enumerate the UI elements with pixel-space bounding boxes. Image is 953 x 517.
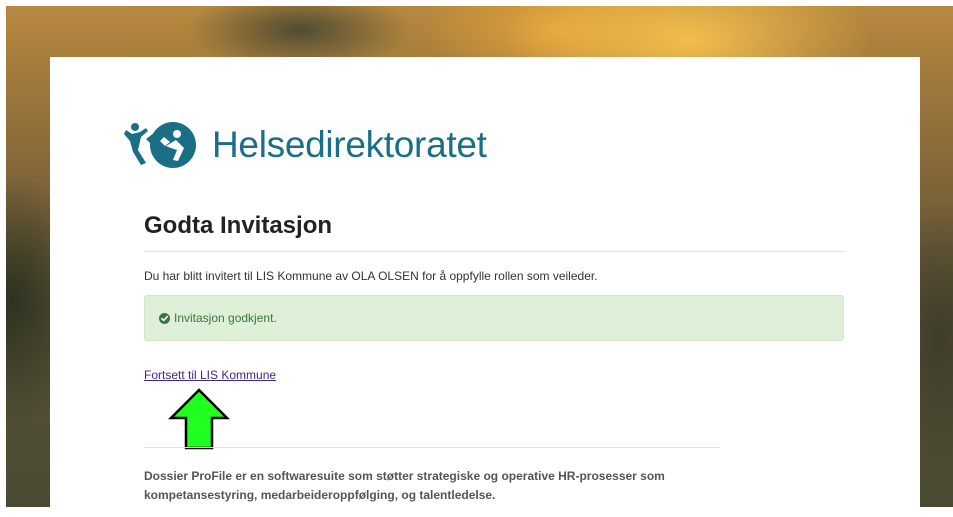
product-description-line-2: kompetansestyring, medarbeideroppfølging… <box>144 488 496 502</box>
helsedirektoratet-logo-icon <box>124 117 198 173</box>
screenshot-border-left <box>0 0 6 507</box>
continue-to-lis-kommune-link[interactable]: Fortsett til LIS Kommune <box>144 368 276 382</box>
success-alert-text: Invitasjon godkjent. <box>174 311 277 325</box>
invitation-message: Du har blitt invitert til LIS Kommune av… <box>144 269 598 283</box>
title-divider <box>144 251 846 252</box>
page-title: Godta Invitasjon <box>144 212 333 239</box>
success-alert: Invitasjon godkjent. <box>144 295 844 341</box>
footer-divider <box>144 447 720 448</box>
brand-logo[interactable]: Helsedirektoratet <box>124 117 487 173</box>
check-circle-icon <box>159 312 170 324</box>
product-description-line-1: Dossier ProFile er en softwaresuite som … <box>144 469 665 483</box>
product-description: Dossier ProFile er en softwaresuite som … <box>144 467 744 505</box>
green-up-arrow-icon <box>167 387 231 456</box>
screenshot-border-top <box>0 0 953 6</box>
brand-name: Helsedirektoratet <box>212 124 487 165</box>
invitation-card: Helsedirektoratet Godta Invitasjon Du ha… <box>50 57 920 517</box>
